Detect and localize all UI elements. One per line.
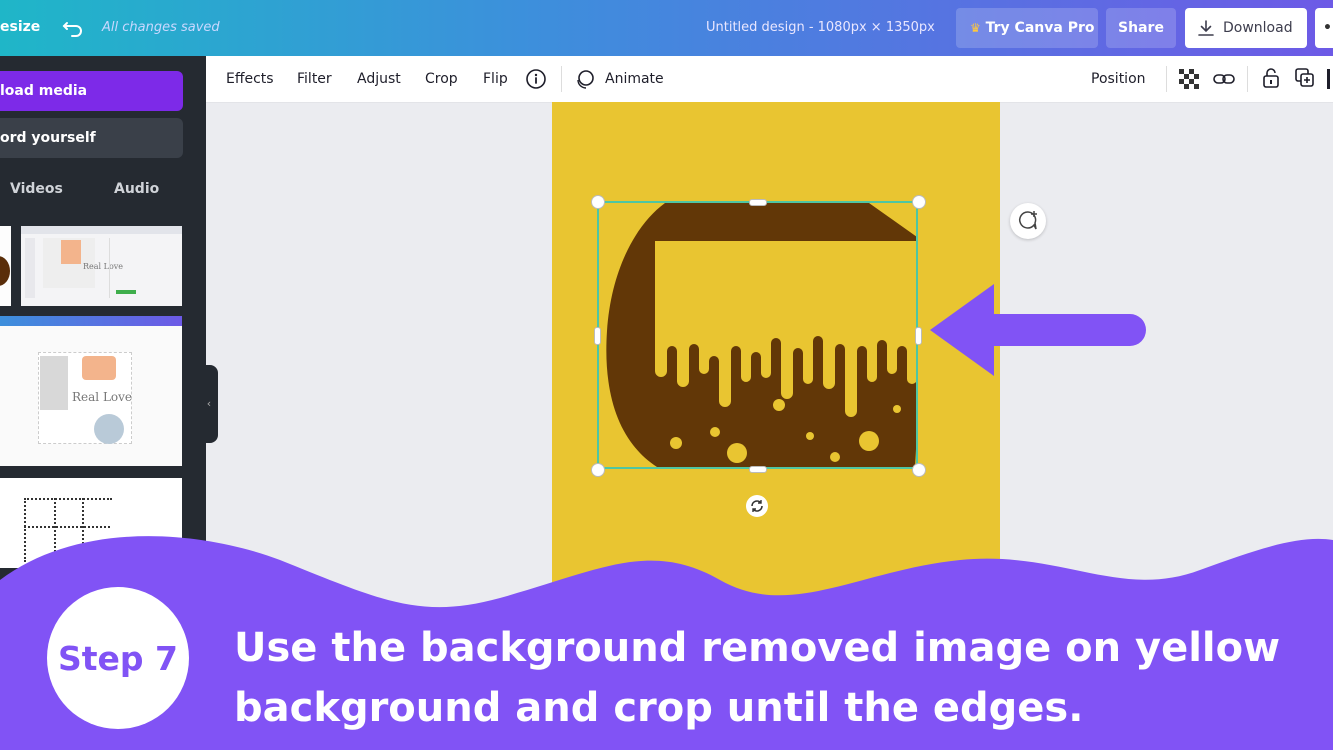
collapse-panel-button[interactable]: ‹: [200, 365, 218, 443]
thumbnail-brush: [61, 240, 81, 264]
effects-button[interactable]: Effects: [226, 71, 274, 87]
resize-handle-left[interactable]: [594, 327, 601, 345]
duplicate-icon[interactable]: [1295, 68, 1315, 88]
image-toolbar: Effects Filter Adjust Crop Flip Animate …: [206, 56, 1333, 103]
chevron-left-icon: ‹: [206, 397, 212, 410]
resize-handle-top-left[interactable]: [591, 195, 605, 209]
thumbnail-header: [0, 316, 182, 326]
resize-handle-bottom-right[interactable]: [912, 463, 926, 477]
filter-button[interactable]: Filter: [297, 71, 332, 87]
tab-audio[interactable]: Audio: [114, 181, 159, 197]
thumbnail-brush: [82, 356, 116, 380]
info-icon[interactable]: [525, 68, 547, 90]
crown-icon: ♛: [970, 21, 981, 35]
more-button[interactable]: •: [1315, 8, 1333, 48]
selection-box: [597, 201, 918, 469]
resize-handle-bottom[interactable]: [749, 466, 767, 473]
rotate-handle[interactable]: [746, 495, 768, 517]
upload-thumbnail[interactable]: Real Love: [0, 316, 182, 466]
thumbnail-panel: [25, 238, 35, 298]
arrow-annotation: [930, 284, 1146, 376]
divider: [1166, 66, 1167, 92]
rotate-icon: [751, 500, 763, 512]
comment-icon: [1019, 211, 1037, 230]
try-canva-pro-button[interactable]: ♛ Try Canva Pro: [956, 8, 1098, 48]
thumbnail-text: Real Love: [72, 390, 133, 404]
thumbnail-props: [109, 238, 150, 298]
position-button[interactable]: Position: [1091, 71, 1146, 87]
download-label: Download: [1223, 20, 1293, 36]
thumbnail-button: [116, 290, 136, 294]
crop-button[interactable]: Crop: [425, 71, 458, 87]
adjust-button[interactable]: Adjust: [357, 71, 401, 87]
download-icon: [1198, 20, 1214, 36]
design-title[interactable]: Untitled design - 1080px × 1350px: [706, 20, 935, 35]
resize-button[interactable]: esize: [0, 19, 40, 35]
transparency-icon[interactable]: [1179, 69, 1199, 89]
upload-thumbnail[interactable]: [0, 226, 11, 306]
thumbnail-photo: [40, 356, 68, 410]
undo-icon[interactable]: [60, 14, 86, 40]
resize-handle-top[interactable]: [749, 199, 767, 206]
record-yourself-button[interactable]: ord yourself: [0, 118, 183, 158]
flip-button[interactable]: Flip: [483, 71, 508, 87]
save-status: All changes saved: [102, 20, 220, 35]
top-bar: esize All changes saved Untitled design …: [0, 0, 1333, 56]
resize-handle-right[interactable]: [915, 327, 922, 345]
download-button[interactable]: Download: [1185, 8, 1307, 48]
upload-media-button[interactable]: load media: [0, 71, 183, 111]
thumbnail-graphic: [0, 256, 10, 286]
upload-thumbnail[interactable]: Real Love: [21, 226, 182, 306]
divider: [561, 66, 562, 92]
share-button[interactable]: Share: [1106, 8, 1176, 48]
tab-videos[interactable]: Videos: [10, 181, 63, 197]
try-pro-label: Try Canva Pro: [985, 20, 1095, 36]
divider: [1247, 66, 1248, 92]
instruction-caption: Use the background removed image on yell…: [234, 625, 1281, 731]
animate-icon[interactable]: [574, 68, 596, 90]
trash-icon[interactable]: [1327, 69, 1330, 89]
thumbnail-bar: [21, 226, 182, 234]
animate-button[interactable]: Animate: [605, 71, 664, 87]
add-comment-button[interactable]: [1010, 203, 1046, 239]
thumbnail-circle: [94, 414, 124, 444]
link-icon[interactable]: [1213, 69, 1235, 89]
resize-handle-top-right[interactable]: [912, 195, 926, 209]
step-label: Step 7: [58, 639, 178, 678]
lock-icon[interactable]: [1261, 67, 1281, 89]
resize-handle-bottom-left[interactable]: [591, 463, 605, 477]
